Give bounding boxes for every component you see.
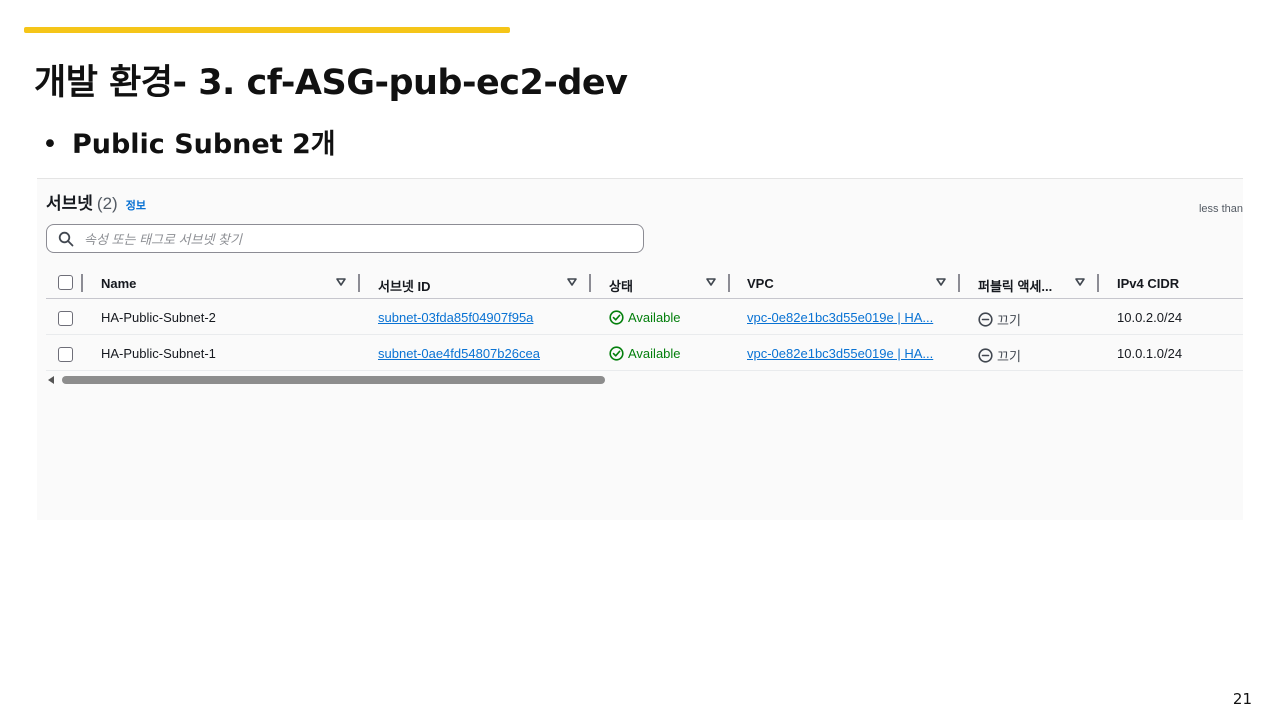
cell-subnet-id-link[interactable]: subnet-03fda85f04907f95a bbox=[378, 310, 533, 325]
sort-down-icon[interactable] bbox=[1074, 276, 1086, 288]
table-row[interactable]: HA-Public-Subnet-2 subnet-03fda85f04907f… bbox=[46, 299, 1243, 335]
column-divider[interactable] bbox=[81, 274, 83, 292]
column-header-ipv4-cidr[interactable]: IPv4 CIDR bbox=[1117, 276, 1179, 291]
column-header-public-access[interactable]: 퍼블릭 액세... bbox=[978, 276, 1052, 295]
cell-ipv4-cidr: 10.0.1.0/24 bbox=[1117, 346, 1183, 361]
sort-down-icon[interactable] bbox=[335, 276, 347, 288]
scroll-left-arrow-icon[interactable] bbox=[48, 376, 54, 384]
cell-ipv4-cidr: 10.0.2.0/24 bbox=[1117, 310, 1183, 325]
cell-status: Available bbox=[609, 310, 681, 325]
search-placeholder: 속성 또는 태그로 서브넷 찾기 bbox=[84, 232, 242, 247]
column-header-status[interactable]: 상태 bbox=[609, 276, 633, 295]
bullet-text: Public Subnet 2개 bbox=[71, 129, 336, 160]
table-row[interactable]: HA-Public-Subnet-1 subnet-0ae4fd54807b26… bbox=[46, 335, 1243, 371]
panel-title: 서브넷 bbox=[46, 194, 93, 213]
cell-vpc-link[interactable]: vpc-0e82e1bc3d55e019e | HA... bbox=[747, 310, 933, 325]
column-divider[interactable] bbox=[358, 274, 360, 292]
cell-subnet-id-link[interactable]: subnet-0ae4fd54807b26cea bbox=[378, 346, 540, 361]
minus-circle-icon bbox=[978, 312, 993, 327]
column-header-subnet-id[interactable]: 서브넷 ID bbox=[378, 276, 431, 295]
cell-name: HA-Public-Subnet-2 bbox=[101, 310, 216, 325]
minus-circle-icon bbox=[978, 348, 993, 363]
column-header-vpc[interactable]: VPC bbox=[747, 276, 774, 291]
bullet-marker: • bbox=[42, 129, 58, 160]
sort-down-icon[interactable] bbox=[566, 276, 578, 288]
public-access-text: 끄기 bbox=[997, 313, 1021, 328]
title-accent-bar bbox=[24, 27, 510, 33]
row-checkbox[interactable] bbox=[58, 311, 73, 326]
page-number: 21 bbox=[1232, 690, 1252, 708]
column-divider[interactable] bbox=[728, 274, 730, 292]
sort-down-icon[interactable] bbox=[705, 276, 717, 288]
info-link[interactable]: 정보 bbox=[126, 197, 146, 213]
public-access-text: 끄기 bbox=[997, 349, 1021, 364]
row-checkbox[interactable] bbox=[58, 347, 73, 362]
sort-down-icon[interactable] bbox=[935, 276, 947, 288]
cell-public-access: 끄기 bbox=[978, 346, 1021, 365]
column-divider[interactable] bbox=[1097, 274, 1099, 292]
cell-status: Available bbox=[609, 346, 681, 361]
column-divider[interactable] bbox=[958, 274, 960, 292]
search-input[interactable]: 속성 또는 태그로 서브넷 찾기 bbox=[46, 224, 644, 253]
table-header: Name 서브넷 ID 상태 VPC 퍼블릭 액세... IPv4 CIDR bbox=[46, 267, 1243, 299]
subnet-count: (2) bbox=[96, 194, 118, 213]
check-circle-icon bbox=[609, 346, 624, 361]
truncated-text: less than bbox=[1198, 203, 1243, 215]
select-all-checkbox[interactable] bbox=[58, 275, 73, 290]
slide-title: 개발 환경- 3. cf-ASG-pub-ec2-dev bbox=[34, 63, 628, 103]
horizontal-scrollbar[interactable] bbox=[62, 376, 605, 384]
bullet-item: • Public Subnet 2개 bbox=[42, 122, 336, 161]
column-divider[interactable] bbox=[589, 274, 591, 292]
status-text: Available bbox=[628, 346, 681, 361]
check-circle-icon bbox=[609, 310, 624, 325]
subnets-table: Name 서브넷 ID 상태 VPC 퍼블릭 액세... IPv4 CIDR H… bbox=[46, 267, 1243, 371]
search-icon bbox=[58, 231, 74, 246]
cell-public-access: 끄기 bbox=[978, 310, 1021, 329]
cell-vpc-link[interactable]: vpc-0e82e1bc3d55e019e | HA... bbox=[747, 346, 933, 361]
cell-name: HA-Public-Subnet-1 bbox=[101, 346, 216, 361]
subnets-panel-screenshot: 서브넷 (2) 정보 less than 속성 또는 태그로 서브넷 찾기 Na… bbox=[37, 178, 1243, 520]
panel-header: 서브넷 (2) 정보 bbox=[46, 189, 146, 214]
status-text: Available bbox=[628, 310, 681, 325]
column-header-name[interactable]: Name bbox=[101, 276, 136, 291]
